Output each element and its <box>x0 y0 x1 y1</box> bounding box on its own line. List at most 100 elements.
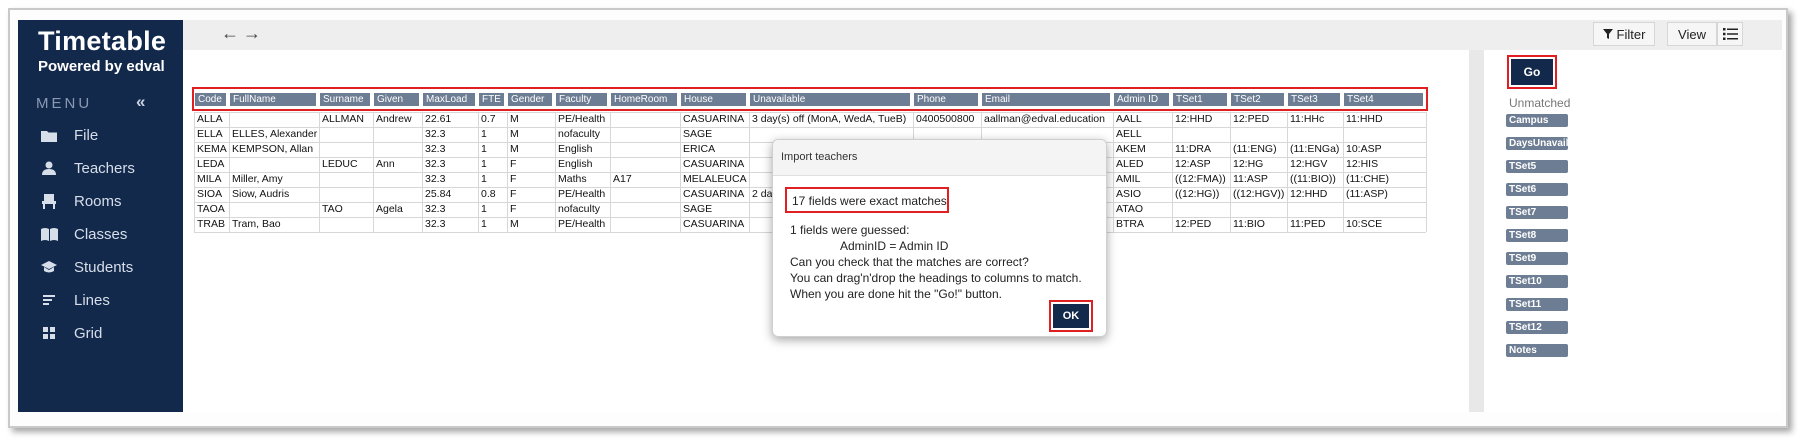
column-header[interactable]: Faculty <box>556 93 607 106</box>
table-cell: 3 day(s) off (MonA, WedA, TueB) <box>752 113 907 125</box>
unmatched-field-chip[interactable]: TSet6 <box>1506 183 1568 196</box>
unmatched-field-chip[interactable]: TSet9 <box>1506 252 1568 265</box>
table-cell: 1 <box>481 203 487 215</box>
sidebar-item-label: Rooms <box>74 192 122 210</box>
sidebar-item-rooms[interactable]: Rooms <box>40 188 180 214</box>
mapping-text: AdminID = Admin ID <box>840 239 949 253</box>
sidebar-item-file[interactable]: File <box>40 122 180 148</box>
table-cell <box>373 127 422 142</box>
table-cell: PE/Health <box>558 218 606 230</box>
ok-button[interactable]: OK <box>1053 304 1089 328</box>
drag-text: You can drag'n'drop the headings to colu… <box>790 271 1082 285</box>
table-cell: 32.3 <box>425 203 446 215</box>
table-cell: M <box>510 218 519 230</box>
column-header[interactable]: FTE <box>479 93 504 106</box>
column-header[interactable]: Surname <box>320 93 370 106</box>
table-cell <box>319 217 373 232</box>
table-cell: M <box>510 128 519 140</box>
collapse-menu-icon[interactable]: « <box>136 92 145 112</box>
table-cell <box>610 112 680 127</box>
graduation-cap-icon <box>40 259 58 275</box>
column-header[interactable]: FullName <box>230 93 316 106</box>
table-cell: 0.8 <box>481 188 496 200</box>
book-icon <box>40 226 58 242</box>
column-header[interactable]: Email <box>982 93 1110 106</box>
table-cell: ALLA <box>197 113 223 125</box>
table-cell: aallman@edval.education <box>984 113 1105 125</box>
filter-button[interactable]: Filter <box>1593 22 1655 46</box>
table-cell: 10:ASP <box>1346 143 1382 155</box>
sidebar-item-label: Students <box>74 258 134 276</box>
forward-arrow-icon[interactable]: → <box>243 23 261 44</box>
column-header[interactable]: TSet3 <box>1288 93 1340 106</box>
table-cell <box>319 142 373 157</box>
vertical-scrollbar[interactable] <box>1469 50 1484 412</box>
sidebar-item-classes[interactable]: Classes <box>40 221 180 247</box>
unmatched-field-chip[interactable]: TSet5 <box>1506 160 1568 173</box>
table-cell: Miller, Amy <box>232 173 283 185</box>
table-cell: TRAB <box>197 218 226 230</box>
table-cell: CASUARINA <box>683 188 745 200</box>
funnel-icon <box>1602 29 1613 39</box>
unmatched-field-chip[interactable]: Notes <box>1506 344 1568 357</box>
table-cell <box>373 187 422 202</box>
column-header[interactable]: HomeRoom <box>611 93 677 106</box>
table-cell <box>1172 127 1230 142</box>
column-header[interactable]: Gender <box>508 93 552 106</box>
unmatched-field-chip[interactable]: TSet8 <box>1506 229 1568 242</box>
table-cell: Ann <box>376 158 395 170</box>
table-cell: A17 <box>613 173 632 185</box>
unmatched-field-chip[interactable]: DaysUnavail <box>1506 137 1568 150</box>
column-header[interactable]: Admin ID <box>1114 93 1169 106</box>
sidebar-item-label: File <box>74 126 99 144</box>
unmatched-field-chip[interactable]: TSet7 <box>1506 206 1568 219</box>
table-cell <box>610 202 680 217</box>
column-header[interactable]: Code <box>195 93 226 106</box>
sidebar-item-grid[interactable]: Grid <box>40 320 180 346</box>
column-header[interactable]: TSet1 <box>1173 93 1227 106</box>
table-cell: 12:HHD <box>1290 188 1328 200</box>
column-header[interactable]: MaxLoad <box>423 93 475 106</box>
table-cell: MELALEUCA <box>683 173 747 185</box>
back-arrow-icon[interactable]: ← <box>221 23 239 44</box>
table-cell: (11:CHE) <box>1346 173 1389 185</box>
table-cell: F <box>510 158 517 170</box>
unmatched-field-chip[interactable]: TSet10 <box>1506 275 1568 288</box>
table-cell: nofaculty <box>558 203 601 215</box>
sidebar-item-label: Lines <box>74 291 110 309</box>
column-header[interactable]: House <box>681 93 746 106</box>
table-cell: SAGE <box>683 128 713 140</box>
table-cell <box>610 187 680 202</box>
dialog-title: Import teachers <box>773 140 1106 176</box>
column-header[interactable]: TSet2 <box>1231 93 1284 106</box>
unmatched-field-chip[interactable]: TSet12 <box>1506 321 1568 334</box>
table-cell: Maths <box>558 173 587 185</box>
grid-column-line <box>1426 112 1427 232</box>
table-cell: 12:PED <box>1175 218 1212 230</box>
unmatched-label: Unmatched <box>1509 96 1571 110</box>
table-cell: 12:HGV <box>1290 158 1328 170</box>
table-cell <box>1287 127 1343 142</box>
table-cell <box>610 157 680 172</box>
table-cell: 11:PED <box>1290 218 1326 230</box>
column-header[interactable]: Phone <box>914 93 978 106</box>
sidebar-item-teachers[interactable]: Teachers <box>40 155 180 181</box>
table-cell: ERICA <box>683 143 716 155</box>
view-button[interactable]: View <box>1667 22 1717 46</box>
unmatched-field-chip[interactable]: TSet11 <box>1506 298 1568 311</box>
table-cell <box>1172 202 1230 217</box>
exact-matches-text: 17 fields were exact matches <box>792 194 947 208</box>
column-header[interactable]: TSet4 <box>1344 93 1423 106</box>
unmatched-field-chip[interactable]: Campus <box>1506 114 1568 127</box>
go-button[interactable]: Go <box>1511 59 1553 85</box>
column-header[interactable]: Unavailable <box>750 93 910 106</box>
column-header[interactable]: Given <box>374 93 419 106</box>
table-cell <box>373 142 422 157</box>
sidebar-item-students[interactable]: Students <box>40 254 180 280</box>
table-cell: (11:ENGa) <box>1290 143 1340 155</box>
table-cell: 32.3 <box>425 128 446 140</box>
sidebar-item-lines[interactable]: Lines <box>40 287 180 313</box>
table-cell: MILA <box>197 173 222 185</box>
table-cell: TAO <box>322 203 343 215</box>
list-view-button[interactable] <box>1717 22 1743 46</box>
